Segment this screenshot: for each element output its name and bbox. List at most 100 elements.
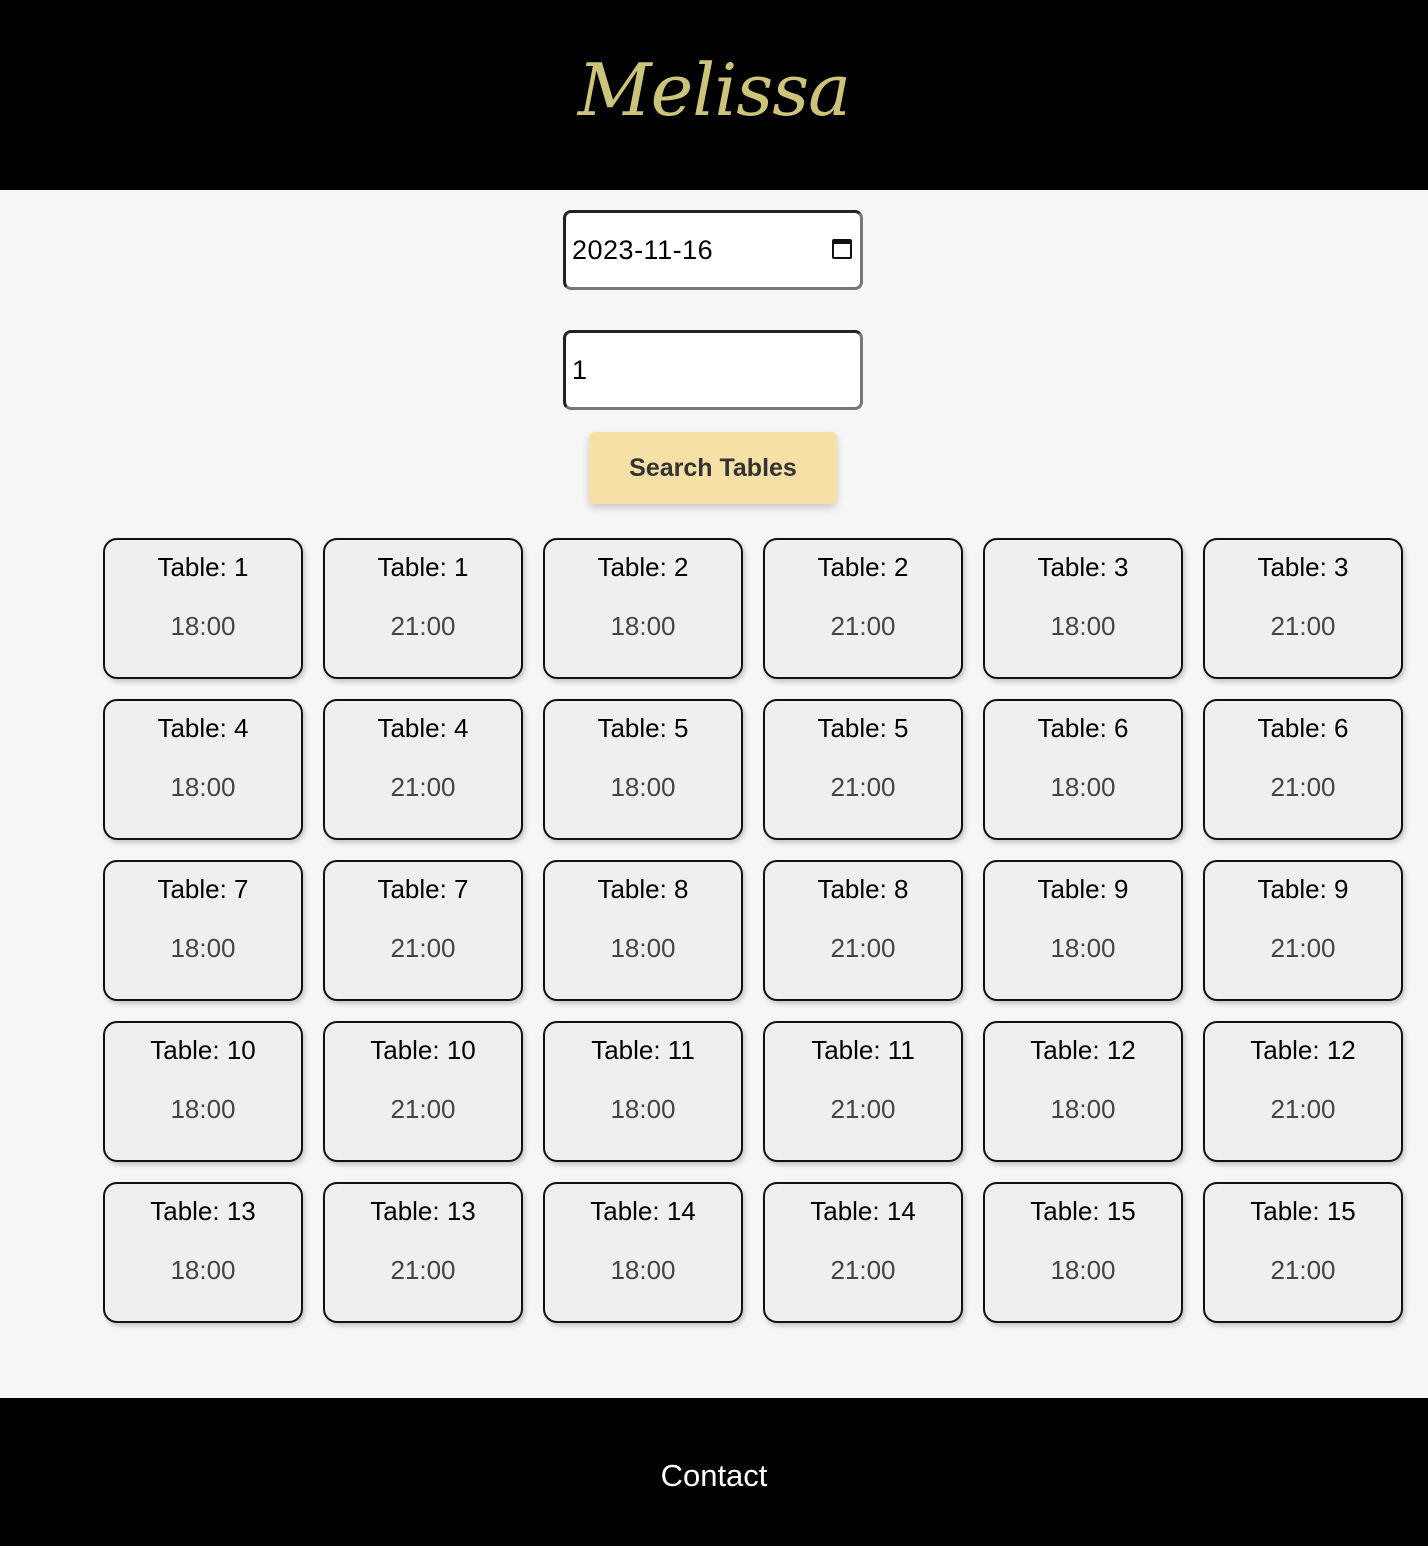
table-time: 18:00 bbox=[1050, 1255, 1116, 1285]
table-slot-card[interactable]: Table: 2 18:00 bbox=[543, 538, 743, 679]
table-name: Table: 14 bbox=[810, 1196, 916, 1226]
table-slot-card[interactable]: Table: 14 18:00 bbox=[543, 1182, 743, 1323]
table-name: Table: 6 bbox=[1037, 713, 1129, 743]
table-name: Table: 3 bbox=[1037, 552, 1129, 582]
table-slot-card[interactable]: Table: 11 21:00 bbox=[763, 1021, 963, 1162]
table-name: Table: 5 bbox=[817, 713, 909, 743]
table-time: 18:00 bbox=[1050, 611, 1116, 641]
table-time: 21:00 bbox=[1270, 772, 1336, 802]
table-name: Table: 2 bbox=[817, 552, 909, 582]
table-name: Table: 10 bbox=[150, 1035, 256, 1065]
table-slot-card[interactable]: Table: 8 18:00 bbox=[543, 860, 743, 1001]
logo[interactable]: Melissa bbox=[0, 40, 1428, 140]
table-time: 18:00 bbox=[610, 1094, 676, 1124]
table-time: 18:00 bbox=[170, 1094, 236, 1124]
table-slot-card[interactable]: Table: 3 18:00 bbox=[983, 538, 1183, 679]
table-time: 21:00 bbox=[830, 772, 896, 802]
table-name: Table: 9 bbox=[1037, 874, 1129, 904]
table-slot-card[interactable]: Table: 11 18:00 bbox=[543, 1021, 743, 1162]
guests-input[interactable]: 1 bbox=[563, 330, 863, 410]
table-slot-card[interactable]: Table: 9 18:00 bbox=[983, 860, 1183, 1001]
table-time: 21:00 bbox=[390, 611, 456, 641]
table-time: 18:00 bbox=[170, 933, 236, 963]
table-slot-card[interactable]: Table: 10 18:00 bbox=[103, 1021, 303, 1162]
table-name: Table: 10 bbox=[370, 1035, 476, 1065]
table-time: 18:00 bbox=[610, 1255, 676, 1285]
search-tables-button[interactable]: Search Tables bbox=[589, 432, 837, 504]
table-time: 21:00 bbox=[390, 1094, 456, 1124]
table-time: 21:00 bbox=[830, 1255, 896, 1285]
table-slot-card[interactable]: Table: 1 21:00 bbox=[323, 538, 523, 679]
guests-value: 1 bbox=[572, 355, 588, 385]
table-time: 21:00 bbox=[830, 933, 896, 963]
date-value: 2023-11-16 bbox=[572, 235, 714, 265]
table-time: 18:00 bbox=[170, 1255, 236, 1285]
table-slot-card[interactable]: Table: 12 18:00 bbox=[983, 1021, 1183, 1162]
table-name: Table: 14 bbox=[590, 1196, 696, 1226]
table-name: Table: 13 bbox=[150, 1196, 256, 1226]
table-slot-card[interactable]: Table: 2 21:00 bbox=[763, 538, 963, 679]
table-time: 21:00 bbox=[1270, 1094, 1336, 1124]
table-slot-card[interactable]: Table: 13 18:00 bbox=[103, 1182, 303, 1323]
table-time: 18:00 bbox=[1050, 1094, 1116, 1124]
table-time: 21:00 bbox=[390, 772, 456, 802]
table-time: 21:00 bbox=[390, 933, 456, 963]
table-slot-card[interactable]: Table: 15 18:00 bbox=[983, 1182, 1183, 1323]
table-slot-card[interactable]: Table: 6 21:00 bbox=[1203, 699, 1403, 840]
table-name: Table: 8 bbox=[597, 874, 689, 904]
table-slot-card[interactable]: Table: 5 21:00 bbox=[763, 699, 963, 840]
table-name: Table: 11 bbox=[811, 1035, 915, 1065]
table-time: 18:00 bbox=[610, 933, 676, 963]
table-slot-card[interactable]: Table: 5 18:00 bbox=[543, 699, 743, 840]
tables-grid: Table: 1 18:00 Table: 1 21:00 Table: 2 18:00 T… bbox=[103, 538, 1403, 1323]
table-name: Table: 1 bbox=[157, 552, 249, 582]
table-slot-card[interactable]: Table: 15 21:00 bbox=[1203, 1182, 1403, 1323]
table-name: Table: 11 bbox=[591, 1035, 695, 1065]
table-slot-card[interactable]: Table: 3 21:00 bbox=[1203, 538, 1403, 679]
table-name: Table: 4 bbox=[377, 713, 469, 743]
table-slot-card[interactable]: Table: 7 21:00 bbox=[323, 860, 523, 1001]
table-name: Table: 8 bbox=[817, 874, 909, 904]
table-time: 21:00 bbox=[1270, 1255, 1336, 1285]
contact-link[interactable]: Contact bbox=[0, 1458, 1428, 1494]
table-time: 21:00 bbox=[830, 1094, 896, 1124]
date-input[interactable]: 2023-11-16 bbox=[563, 210, 863, 290]
table-slot-card[interactable]: Table: 9 21:00 bbox=[1203, 860, 1403, 1001]
table-name: Table: 15 bbox=[1030, 1196, 1136, 1226]
site-header: Melissa bbox=[0, 0, 1428, 190]
table-name: Table: 7 bbox=[157, 874, 249, 904]
table-time: 18:00 bbox=[1050, 772, 1116, 802]
table-slot-card[interactable]: Table: 6 18:00 bbox=[983, 699, 1183, 840]
table-time: 18:00 bbox=[1050, 933, 1116, 963]
calendar-icon[interactable] bbox=[832, 239, 852, 259]
table-time: 21:00 bbox=[1270, 933, 1336, 963]
table-slot-card[interactable]: Table: 4 21:00 bbox=[323, 699, 523, 840]
table-slot-card[interactable]: Table: 10 21:00 bbox=[323, 1021, 523, 1162]
table-name: Table: 7 bbox=[377, 874, 469, 904]
table-name: Table: 6 bbox=[1257, 713, 1349, 743]
table-name: Table: 3 bbox=[1257, 552, 1349, 582]
table-time: 18:00 bbox=[610, 611, 676, 641]
table-slot-card[interactable]: Table: 8 21:00 bbox=[763, 860, 963, 1001]
table-name: Table: 9 bbox=[1257, 874, 1349, 904]
table-name: Table: 12 bbox=[1030, 1035, 1136, 1065]
table-slot-card[interactable]: Table: 12 21:00 bbox=[1203, 1021, 1403, 1162]
table-name: Table: 4 bbox=[157, 713, 249, 743]
table-slot-card[interactable]: Table: 1 18:00 bbox=[103, 538, 303, 679]
table-slot-card[interactable]: Table: 4 18:00 bbox=[103, 699, 303, 840]
table-name: Table: 2 bbox=[597, 552, 689, 582]
table-slot-card[interactable]: Table: 13 21:00 bbox=[323, 1182, 523, 1323]
table-name: Table: 15 bbox=[1250, 1196, 1356, 1226]
site-footer: Contact bbox=[0, 1398, 1428, 1546]
table-slot-card[interactable]: Table: 14 21:00 bbox=[763, 1182, 963, 1323]
table-time: 18:00 bbox=[170, 611, 236, 641]
table-name: Table: 12 bbox=[1250, 1035, 1356, 1065]
table-name: Table: 1 bbox=[377, 552, 469, 582]
table-name: Table: 13 bbox=[370, 1196, 476, 1226]
table-time: 18:00 bbox=[610, 772, 676, 802]
table-time: 21:00 bbox=[1270, 611, 1336, 641]
table-slot-card[interactable]: Table: 7 18:00 bbox=[103, 860, 303, 1001]
table-name: Table: 5 bbox=[597, 713, 689, 743]
table-time: 18:00 bbox=[170, 772, 236, 802]
table-time: 21:00 bbox=[830, 611, 896, 641]
